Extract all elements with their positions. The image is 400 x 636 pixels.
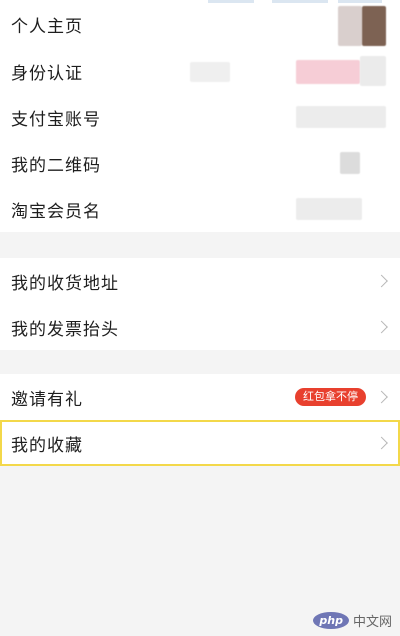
avatar: [338, 6, 362, 46]
row-label: 我的收货地址: [11, 273, 119, 294]
row-label: 身份认证: [11, 63, 83, 84]
account-settings-page: 个人主页 身份认证 支付宝账号 我的二维码 淘宝会员名 我的收货地址 我的发票抬…: [0, 0, 400, 636]
address-group: 我的收货地址 我的发票抬头: [0, 258, 400, 350]
promo-badge: 红包拿不停: [295, 388, 366, 406]
site-watermark: php 中文网: [313, 611, 392, 630]
chevron-right-icon: [375, 390, 388, 404]
row-label: 个人主页: [11, 16, 83, 37]
avatar: [362, 6, 386, 46]
row-taobao-name[interactable]: 淘宝会员名: [0, 186, 400, 232]
row-qrcode[interactable]: 我的二维码: [0, 140, 400, 186]
row-label: 我的收藏: [11, 435, 83, 456]
row-homepage[interactable]: 个人主页: [0, 0, 400, 48]
chevron-right-icon: [375, 274, 388, 288]
row-invoice[interactable]: 我的发票抬头: [0, 304, 400, 350]
masked-value: [296, 106, 386, 128]
row-favorites[interactable]: 我的收藏: [0, 420, 400, 466]
php-logo-icon: php: [313, 612, 349, 629]
masked-value: [296, 60, 360, 84]
row-label: 支付宝账号: [11, 109, 101, 130]
row-invite[interactable]: 邀请有礼 红包拿不停: [0, 374, 400, 420]
section-gap: [0, 232, 400, 258]
row-label: 我的发票抬头: [11, 319, 119, 340]
extra-group: 邀请有礼 红包拿不停 我的收藏: [0, 374, 400, 466]
section-gap: [0, 350, 400, 374]
chevron-right-icon: [375, 320, 388, 334]
masked-value: [340, 152, 360, 174]
masked-value: [360, 56, 386, 86]
row-id-verify[interactable]: 身份认证: [0, 48, 400, 94]
row-label: 邀请有礼: [11, 389, 83, 410]
chevron-right-icon: [375, 436, 388, 450]
row-label: 我的二维码: [11, 155, 101, 176]
profile-info-group: 个人主页 身份认证 支付宝账号 我的二维码 淘宝会员名: [0, 0, 400, 232]
masked-value: [190, 62, 230, 82]
row-label: 淘宝会员名: [11, 201, 101, 222]
masked-value: [296, 198, 362, 220]
row-address[interactable]: 我的收货地址: [0, 258, 400, 304]
row-alipay[interactable]: 支付宝账号: [0, 94, 400, 140]
watermark-text: 中文网: [352, 615, 392, 630]
